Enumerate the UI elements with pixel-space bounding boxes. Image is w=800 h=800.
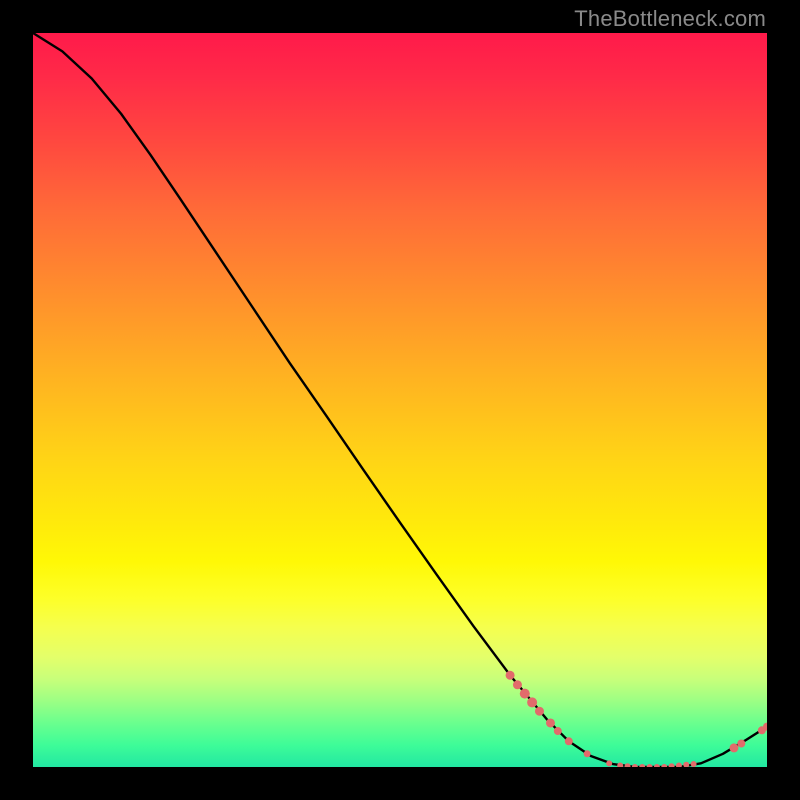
- data-marker: [520, 689, 530, 699]
- plot-area: [33, 33, 767, 767]
- data-marker: [669, 763, 675, 767]
- data-marker: [737, 740, 745, 748]
- curve-svg: [33, 33, 767, 767]
- data-marker: [584, 750, 591, 757]
- data-marker: [513, 680, 522, 689]
- chart-frame: TheBottleneck.com: [0, 0, 800, 800]
- data-marker: [654, 764, 660, 767]
- markers-group: [506, 671, 767, 767]
- data-marker: [691, 761, 697, 767]
- bottleneck-curve: [33, 33, 767, 767]
- data-marker: [632, 764, 638, 767]
- data-marker: [625, 763, 631, 767]
- watermark-text: TheBottleneck.com: [574, 6, 766, 32]
- data-marker: [565, 737, 573, 745]
- data-marker: [535, 707, 544, 716]
- data-marker: [506, 671, 515, 680]
- data-marker: [554, 727, 562, 735]
- data-marker: [661, 764, 667, 767]
- data-marker: [676, 763, 682, 767]
- data-marker: [546, 718, 555, 727]
- data-marker: [527, 697, 537, 707]
- data-marker: [639, 764, 645, 767]
- data-marker: [729, 743, 738, 752]
- data-marker: [606, 760, 612, 766]
- data-marker: [647, 764, 653, 767]
- data-marker: [683, 762, 689, 767]
- data-marker: [617, 763, 623, 767]
